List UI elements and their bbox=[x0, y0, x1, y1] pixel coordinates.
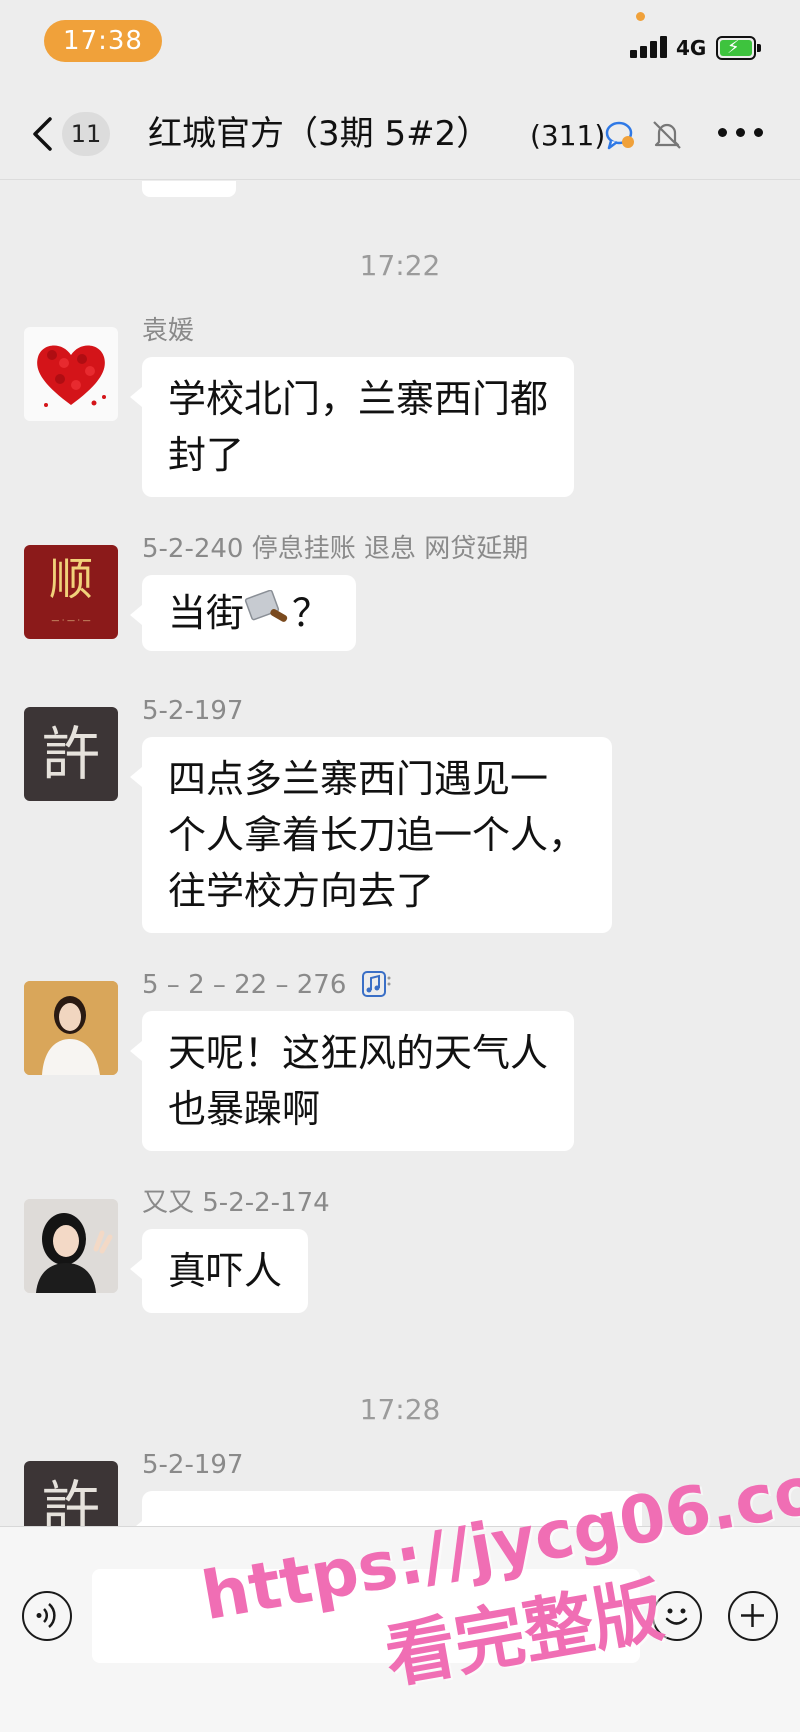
sender-name: 5 – 2 – 22 – 276 bbox=[142, 969, 393, 1001]
message-bubble[interactable] bbox=[130, 1491, 642, 1526]
more-icon[interactable] bbox=[718, 128, 764, 140]
previous-message-bubble bbox=[142, 181, 236, 197]
message-text: 往学校方向去了 bbox=[168, 869, 435, 913]
sender-name: 5-2-197 bbox=[142, 1450, 244, 1480]
chat-bubbles-icon[interactable] bbox=[604, 118, 638, 152]
timestamp: 17:22 bbox=[359, 249, 441, 282]
status-time: 17:38 bbox=[44, 20, 162, 62]
music-note-icon bbox=[361, 971, 391, 997]
plus-icon[interactable] bbox=[728, 1591, 778, 1641]
message-text: 天呢！这狂风的天气人 bbox=[168, 1031, 549, 1075]
woman-photo-avatar[interactable] bbox=[24, 981, 118, 1075]
message-text: ？ bbox=[292, 591, 331, 635]
sender-name: 袁媛 bbox=[142, 316, 195, 346]
sender-name: 5-2-197 bbox=[142, 696, 244, 726]
shun-character-avatar[interactable]: 顺 — · — · — bbox=[24, 545, 118, 639]
network-type: 4G bbox=[676, 36, 707, 60]
voice-icon[interactable] bbox=[22, 1591, 72, 1641]
chevron-left-icon[interactable] bbox=[30, 116, 56, 152]
message-text: 个人拿着长刀追一个人， bbox=[168, 813, 587, 857]
message-bubble[interactable]: 当街 ？ bbox=[129, 575, 357, 651]
message-bubble[interactable]: 真吓人 bbox=[129, 1229, 309, 1313]
timestamp: 17:28 bbox=[359, 1393, 441, 1426]
girl-photo-avatar[interactable] bbox=[24, 1199, 118, 1293]
message-bubble[interactable]: 学校北门，兰寨西门都 封了 bbox=[129, 357, 575, 497]
sender-name: 又又 5-2-2-174 bbox=[142, 1188, 330, 1218]
bell-muted-icon[interactable] bbox=[650, 118, 684, 152]
input-bar bbox=[0, 1526, 800, 1732]
unread-count-badge[interactable]: 11 bbox=[62, 112, 110, 156]
message-text: 真吓人 bbox=[168, 1249, 283, 1293]
heart-roses-avatar[interactable] bbox=[24, 327, 118, 421]
message-text: 四点多兰寨西门遇见一 bbox=[168, 757, 549, 801]
status-bar: 17:38 4G ⚡ bbox=[0, 0, 800, 88]
xu-calligraphy-avatar[interactable]: 許 bbox=[24, 1461, 118, 1526]
cleaver-emoji bbox=[244, 589, 288, 622]
message-list[interactable]: 17:22 袁媛 学校北门，兰寨西门都 封了 顺 — · — · — 5-2-2… bbox=[0, 181, 800, 1526]
message-text: 当街 bbox=[168, 591, 245, 635]
message-text: 学校北门，兰寨西门都 bbox=[168, 377, 549, 421]
privacy-indicator-dot bbox=[636, 12, 645, 21]
message-bubble[interactable]: 天呢！这狂风的天气人 也暴躁啊 bbox=[129, 1011, 575, 1151]
message-text: 也暴躁啊 bbox=[168, 1087, 321, 1131]
xu-calligraphy-avatar[interactable]: 許 bbox=[24, 707, 118, 801]
member-count: (311) bbox=[530, 119, 606, 152]
signal-strength-icon bbox=[630, 36, 670, 58]
battery-charging-icon: ⚡ bbox=[716, 36, 761, 60]
sender-name: 5-2-240 停息挂账 退息 网贷延期 bbox=[142, 534, 529, 564]
chat-header: 11 红城官方（3期 5#2） (311) bbox=[0, 88, 800, 180]
message-text: 封了 bbox=[168, 433, 245, 477]
chat-title: 红城官方（3期 5#2） bbox=[148, 114, 491, 154]
message-bubble[interactable]: 四点多兰寨西门遇见一 个人拿着长刀追一个人， 往学校方向去了 bbox=[129, 737, 613, 933]
message-input[interactable] bbox=[92, 1569, 640, 1663]
emoji-icon[interactable] bbox=[652, 1591, 702, 1641]
